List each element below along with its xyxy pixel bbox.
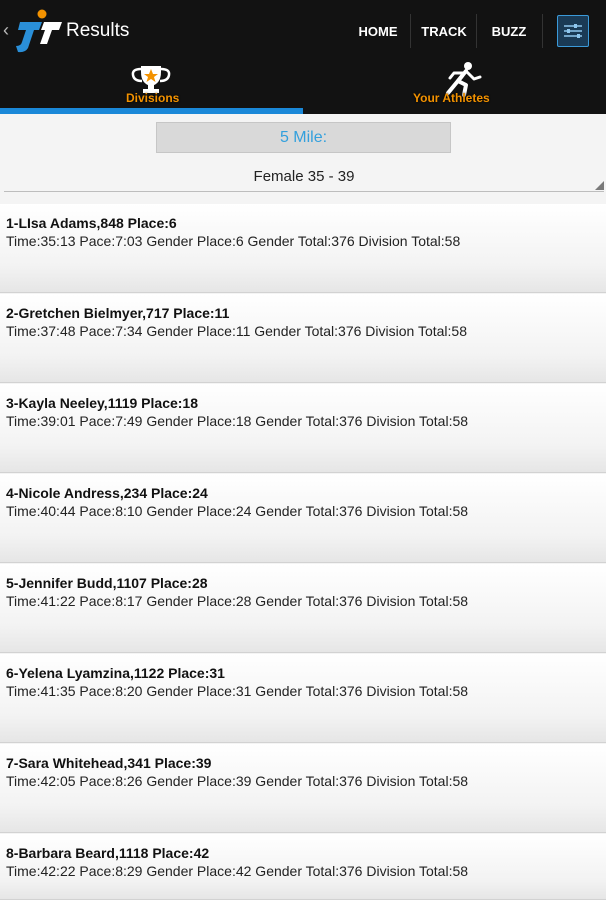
result-row[interactable]: 6-Yelena Lyamzina,1122 Place:31 Time:41:…	[0, 654, 606, 743]
spinner-corner-arrow-icon	[595, 181, 604, 190]
nav-divider	[410, 14, 411, 48]
result-detail: Time:41:35 Pace:8:20 Gender Place:31 Gen…	[6, 683, 469, 699]
tab-bar: Divisions Your Athletes	[0, 62, 606, 114]
result-row[interactable]: 4-Nicole Andress,234 Place:24 Time:40:44…	[0, 474, 606, 563]
division-spinner[interactable]: Female 35 - 39	[4, 162, 604, 192]
result-detail: Time:35:13 Pace:7:03 Gender Place:6 Gend…	[6, 233, 461, 249]
result-name: 6-Yelena Lyamzina,1122 Place:31	[6, 665, 225, 681]
nav-home-button[interactable]: HOME	[352, 0, 404, 64]
result-name: 8-Barbara Beard,1118 Place:42	[6, 845, 210, 861]
action-bar: ‹ Results HOME TRACK BUZZ	[0, 0, 606, 64]
result-name: 2-Gretchen Bielmyer,717 Place:11	[6, 305, 230, 321]
back-chevron-icon[interactable]: ‹	[3, 20, 9, 41]
app-logo-icon[interactable]	[14, 8, 64, 54]
result-detail: Time:37:48 Pace:7:34 Gender Place:11 Gen…	[6, 323, 467, 339]
result-name: 1-LIsa Adams,848 Place:6	[6, 215, 177, 231]
result-name: 7-Sara Whitehead,341 Place:39	[6, 755, 212, 771]
result-name: 3-Kayla Neeley,1119 Place:18	[6, 395, 199, 411]
result-row[interactable]: 8-Barbara Beard,1118 Place:42 Time:42:22…	[0, 834, 606, 900]
result-detail: Time:40:44 Pace:8:10 Gender Place:24 Gen…	[6, 503, 469, 519]
page-title: Results	[66, 20, 130, 41]
selected-tab-indicator	[0, 108, 303, 114]
division-selected-value: Female 35 - 39	[253, 168, 355, 185]
result-detail: Time:42:22 Pace:8:29 Gender Place:42 Gen…	[6, 863, 469, 879]
result-name: 4-Nicole Andress,234 Place:24	[6, 485, 208, 501]
result-row[interactable]: 5-Jennifer Budd,1107 Place:28 Time:41:22…	[0, 564, 606, 653]
result-detail: Time:41:22 Pace:8:17 Gender Place:28 Gen…	[6, 593, 469, 609]
result-name: 5-Jennifer Budd,1107 Place:28	[6, 575, 208, 591]
result-detail: Time:42:05 Pace:8:26 Gender Place:39 Gen…	[6, 773, 469, 789]
result-row[interactable]: 1-LIsa Adams,848 Place:6 Time:35:13 Pace…	[0, 204, 606, 293]
tab-your-athletes[interactable]: Your Athletes	[303, 62, 606, 114]
result-row[interactable]: 2-Gretchen Bielmyer,717 Place:11 Time:37…	[0, 294, 606, 383]
race-select-button[interactable]: 5 Mile:	[156, 122, 451, 153]
tab-divisions-label: Divisions	[126, 91, 180, 105]
nav-track-button[interactable]: TRACK	[416, 0, 472, 64]
nav-divider	[542, 14, 543, 48]
settings-sliders-button[interactable]	[557, 15, 589, 47]
nav-divider	[476, 14, 477, 48]
result-row[interactable]: 7-Sara Whitehead,341 Place:39 Time:42:05…	[0, 744, 606, 833]
sliders-icon	[564, 24, 582, 38]
result-detail: Time:39:01 Pace:7:49 Gender Place:18 Gen…	[6, 413, 469, 429]
result-row[interactable]: 3-Kayla Neeley,1119 Place:18 Time:39:01 …	[0, 384, 606, 473]
tab-your-athletes-label: Your Athletes	[413, 91, 490, 105]
tab-divisions[interactable]: Divisions	[0, 64, 303, 114]
nav-buzz-button[interactable]: BUZZ	[484, 0, 534, 64]
